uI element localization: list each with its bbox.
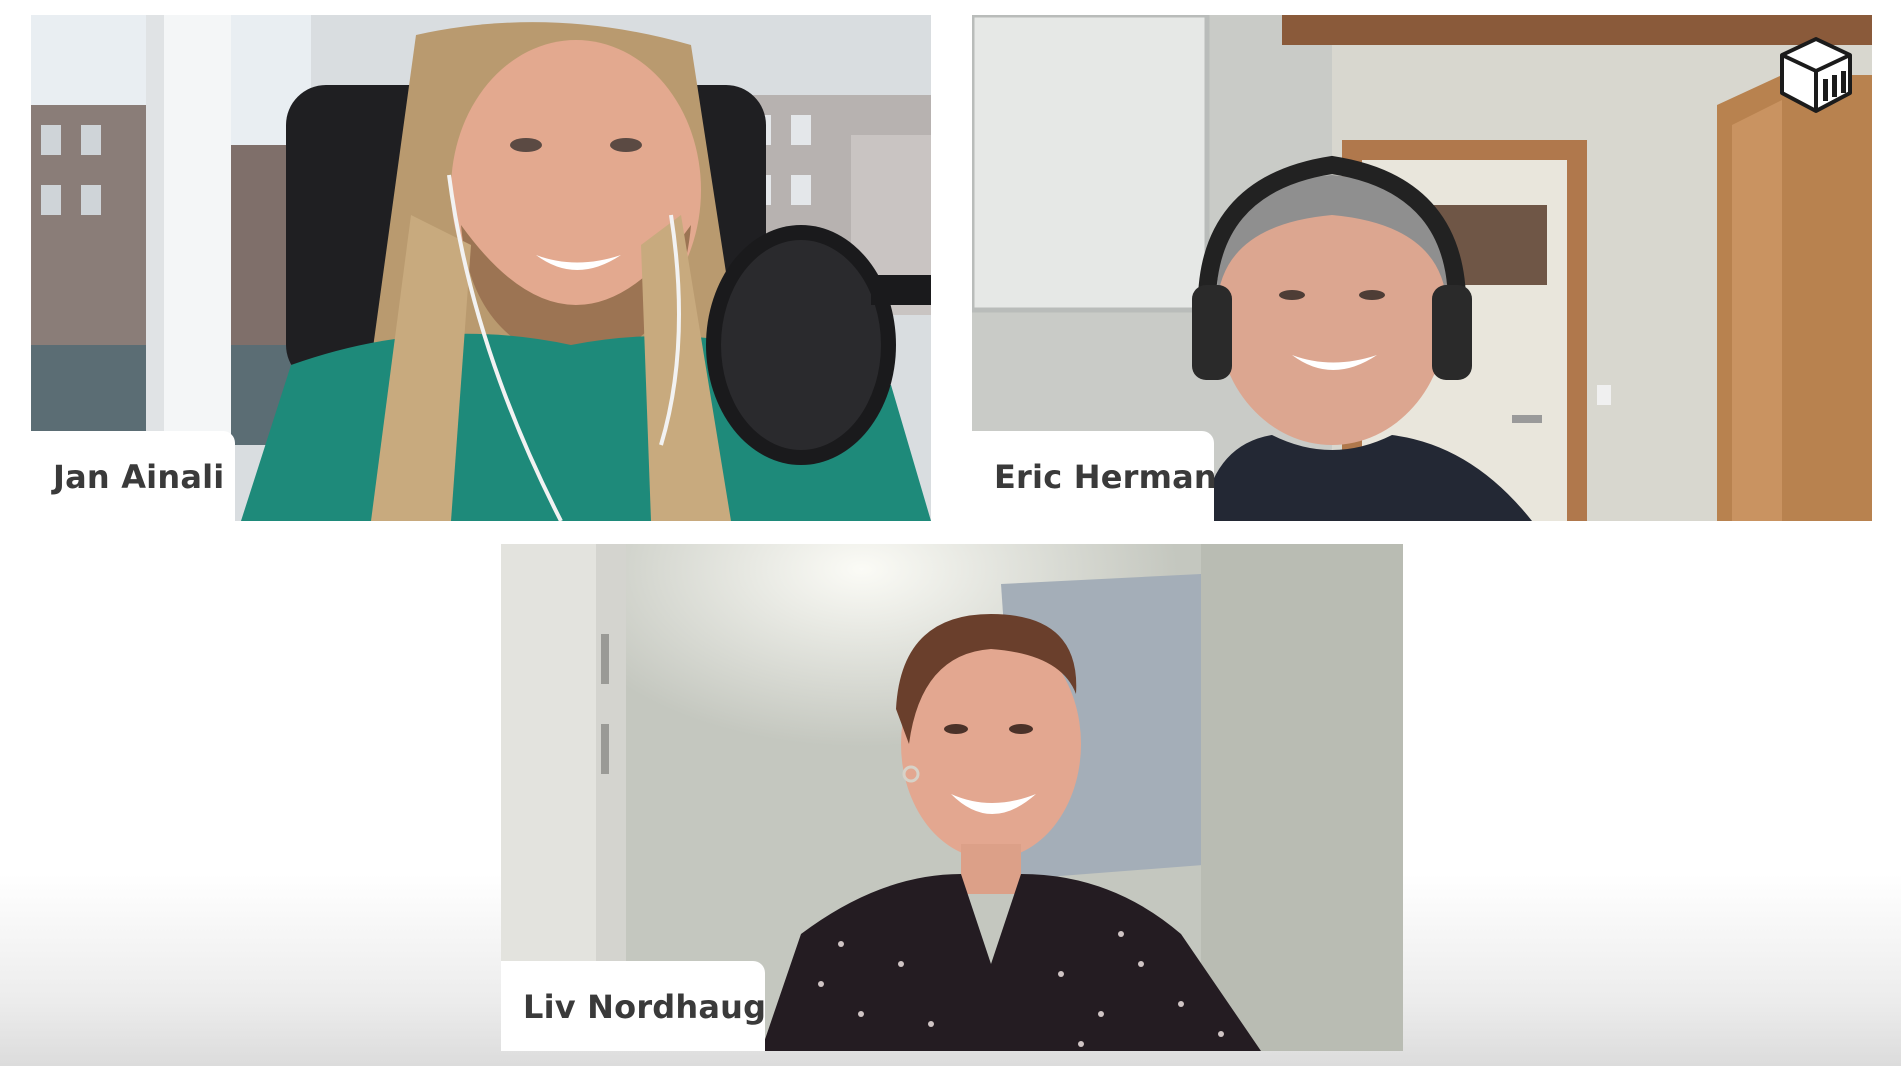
participant-name-label: Eric Herman: [972, 431, 1217, 521]
participant-name-label: Jan Ainali: [31, 431, 235, 521]
open-box-bars-logo-icon: [1780, 37, 1852, 113]
participant-video-tile-jan-ainali[interactable]: Jan Ainali: [31, 15, 931, 521]
participant-name-label: Liv Nordhaug: [501, 961, 766, 1051]
participant-video-tile-liv-nordhaug[interactable]: Liv Nordhaug: [501, 544, 1403, 1051]
participant-video-tile-eric-herman[interactable]: Eric Herman: [972, 15, 1872, 521]
video-call-stage: Jan Ainali Eric Herman Liv Nordhaug: [0, 0, 1901, 1066]
